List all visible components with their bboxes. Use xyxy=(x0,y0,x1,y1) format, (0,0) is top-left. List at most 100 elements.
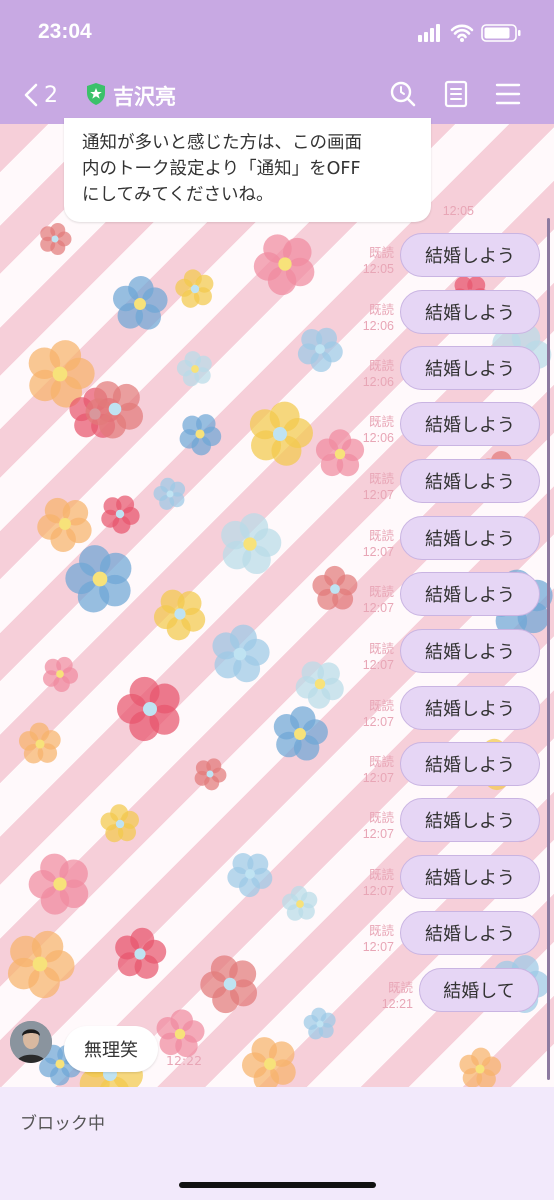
message-time: 12:06 xyxy=(362,431,394,445)
menu-icon[interactable] xyxy=(495,82,521,106)
signal-wifi-battery-icon xyxy=(418,24,521,42)
flower-decoration xyxy=(241,1037,296,1087)
flower-decoration xyxy=(312,565,358,610)
scrollbar[interactable] xyxy=(547,218,550,1080)
message-time: 12:07 xyxy=(362,827,394,841)
message-text: 結婚しよう xyxy=(425,529,515,550)
message-time: 12:21 xyxy=(381,997,413,1011)
outgoing-message[interactable]: 結婚しよう xyxy=(400,742,540,786)
read-receipt: 既読 xyxy=(368,924,394,938)
read-receipt: 既読 xyxy=(368,246,394,260)
read-receipt: 既読 xyxy=(368,303,394,317)
outgoing-message[interactable]: 結婚しよう xyxy=(400,459,540,503)
read-receipt: 既読 xyxy=(368,699,394,713)
read-receipt: 既読 xyxy=(368,868,394,882)
notice-line: 通知が多いと感じた方は、この画面 xyxy=(82,133,362,153)
read-receipt: 既読 xyxy=(368,415,394,429)
message-text: 結婚しよう xyxy=(425,359,515,380)
avatar-photo-icon xyxy=(10,1021,52,1063)
message-text: 結婚しよう xyxy=(425,585,515,606)
notice-line: にしてみてくださいね。 xyxy=(82,185,274,205)
read-receipt: 既読 xyxy=(387,981,413,995)
flower-decoration xyxy=(194,758,227,791)
message-time: 12:06 xyxy=(362,375,394,389)
flower-decoration xyxy=(101,495,140,534)
incoming-message-time: 12:22 xyxy=(166,1053,203,1068)
flower-decoration xyxy=(153,589,206,641)
read-receipt: 既読 xyxy=(368,642,394,656)
outgoing-message[interactable]: 結婚しよう xyxy=(400,233,540,277)
flower-decoration xyxy=(100,804,139,843)
official-shield-icon xyxy=(87,83,105,105)
flower-decoration xyxy=(18,722,61,764)
read-receipt: 既読 xyxy=(368,755,394,769)
outgoing-message[interactable]: 結婚して xyxy=(419,968,539,1012)
incoming-message-text: 無理笑 xyxy=(84,1040,138,1061)
message-text: 結婚しよう xyxy=(425,755,515,776)
avatar[interactable] xyxy=(10,1021,52,1063)
flower-decoration xyxy=(297,327,343,373)
message-time: 12:07 xyxy=(362,884,394,898)
flower-decoration xyxy=(200,955,258,1014)
blocked-status: ブロック中 xyxy=(20,1114,105,1134)
flower-decoration xyxy=(273,706,328,761)
notice-line: 内のトーク設定より「通知」をOFF xyxy=(82,159,361,179)
outgoing-message[interactable]: 結婚しよう xyxy=(400,572,540,616)
message-time: 12:07 xyxy=(362,940,394,954)
status-icons xyxy=(418,22,528,44)
flower-decoration xyxy=(117,676,180,742)
outgoing-message[interactable]: 結婚しよう xyxy=(400,346,540,390)
message-time: 12:07 xyxy=(362,658,394,672)
read-receipt: 既読 xyxy=(368,585,394,599)
back-button[interactable]: 2 xyxy=(22,82,58,108)
read-receipt: 既読 xyxy=(368,472,394,486)
outgoing-message[interactable]: 結婚しよう xyxy=(400,686,540,730)
flower-decoration xyxy=(212,624,270,683)
flower-decoration xyxy=(40,222,72,256)
message-time: 12:07 xyxy=(362,715,394,729)
flower-decoration xyxy=(253,234,315,296)
message-time: 12:07 xyxy=(362,488,394,502)
chat-header: 2 吉沢亮 xyxy=(0,66,554,124)
incoming-message[interactable]: 無理笑 xyxy=(64,1026,158,1072)
read-receipt: 既読 xyxy=(368,811,394,825)
outgoing-message[interactable]: 結婚しよう xyxy=(400,798,540,842)
flower-decoration xyxy=(65,545,132,613)
flower-decoration xyxy=(28,853,89,915)
notice-time: 12:05 xyxy=(442,204,474,218)
message-text: 結婚しよう xyxy=(425,868,515,889)
message-text: 結婚して xyxy=(443,981,515,1002)
flower-decoration xyxy=(176,351,212,387)
read-receipt: 既読 xyxy=(368,529,394,543)
contact-name: 吉沢亮 xyxy=(113,85,176,109)
outgoing-message[interactable]: 結婚しよう xyxy=(400,402,540,446)
message-time: 12:07 xyxy=(362,771,394,785)
message-text: 結婚しよう xyxy=(425,811,515,832)
flower-decoration xyxy=(175,269,214,308)
search-icon[interactable] xyxy=(389,80,417,108)
flower-decoration xyxy=(42,656,79,693)
notes-icon[interactable] xyxy=(444,80,468,108)
flower-decoration xyxy=(112,275,168,330)
flower-decoration xyxy=(282,885,318,921)
outgoing-message[interactable]: 結婚しよう xyxy=(400,911,540,955)
outgoing-message[interactable]: 結婚しよう xyxy=(400,629,540,673)
message-text: 結婚しよう xyxy=(425,642,515,663)
message-text: 結婚しよう xyxy=(425,303,515,324)
message-text: 結婚しよう xyxy=(425,924,515,945)
message-time: 12:05 xyxy=(362,262,394,276)
message-text: 結婚しよう xyxy=(425,415,515,436)
flower-decoration xyxy=(156,1009,205,1058)
message-text: 結婚しよう xyxy=(425,699,515,720)
flower-decoration xyxy=(227,853,273,898)
read-receipt: 既読 xyxy=(368,359,394,373)
message-time: 12:07 xyxy=(362,545,394,559)
home-indicator[interactable] xyxy=(179,1182,376,1188)
back-count: 2 xyxy=(44,82,58,108)
outgoing-message[interactable]: 結婚しよう xyxy=(400,516,540,560)
outgoing-message[interactable]: 結婚しよう xyxy=(400,855,540,899)
status-bar: 23:04 xyxy=(0,0,554,66)
flower-decoration xyxy=(179,414,222,456)
outgoing-message[interactable]: 結婚しよう xyxy=(400,290,540,334)
message-text: 結婚しよう xyxy=(425,472,515,493)
